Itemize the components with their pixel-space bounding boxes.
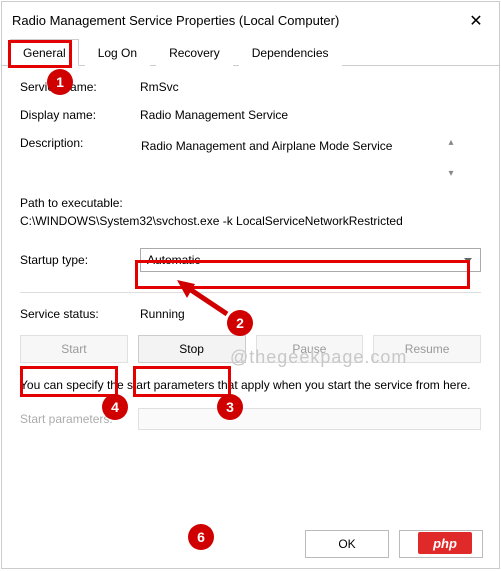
label-service-name: Service name: [20,80,140,94]
description-scrollbar[interactable]: ▴ ▾ [443,137,459,179]
value-path: C:\WINDOWS\System32\svchost.exe -k Local… [20,212,481,230]
startup-type-select[interactable]: Automatic [140,248,481,272]
pause-button[interactable]: Pause [256,335,364,363]
tab-strip: General Log On Recovery Dependencies [2,38,499,66]
close-icon[interactable]: ✕ [461,9,491,31]
tab-recovery[interactable]: Recovery [156,39,233,66]
stop-button[interactable]: Stop [138,335,246,363]
value-service-status: Running [140,307,481,321]
label-display-name: Display name: [20,108,140,122]
description-box: Radio Management and Airplane Mode Servi… [140,136,460,180]
value-startup-type: Automatic [147,253,200,267]
start-parameters-input [138,408,481,430]
value-description: Radio Management and Airplane Mode Servi… [141,139,392,153]
annotation-circle-6: 6 [188,524,214,550]
value-service-name: RmSvc [140,80,481,94]
scroll-down-icon[interactable]: ▾ [443,168,459,179]
value-display-name: Radio Management Service [140,108,481,122]
resume-button[interactable]: Resume [373,335,481,363]
tab-dependencies[interactable]: Dependencies [239,39,342,66]
scroll-up-icon[interactable]: ▴ [443,137,459,148]
tab-logon[interactable]: Log On [85,39,150,66]
label-start-parameters: Start parameters: [20,412,130,426]
label-startup-type: Startup type: [20,253,140,267]
note-text: You can specify the start parameters tha… [20,377,481,394]
title-bar: Radio Management Service Properties (Loc… [2,2,499,38]
cancel-button[interactable]: Cancel [399,530,483,558]
label-service-status: Service status: [20,307,140,321]
ok-button[interactable]: OK [305,530,389,558]
tab-general[interactable]: General [10,39,79,66]
start-button[interactable]: Start [20,335,128,363]
window-title: Radio Management Service Properties (Loc… [12,13,461,28]
label-description: Description: [20,136,140,150]
content-area: Service name: RmSvc Display name: Radio … [2,66,499,450]
label-path: Path to executable: [20,194,481,212]
